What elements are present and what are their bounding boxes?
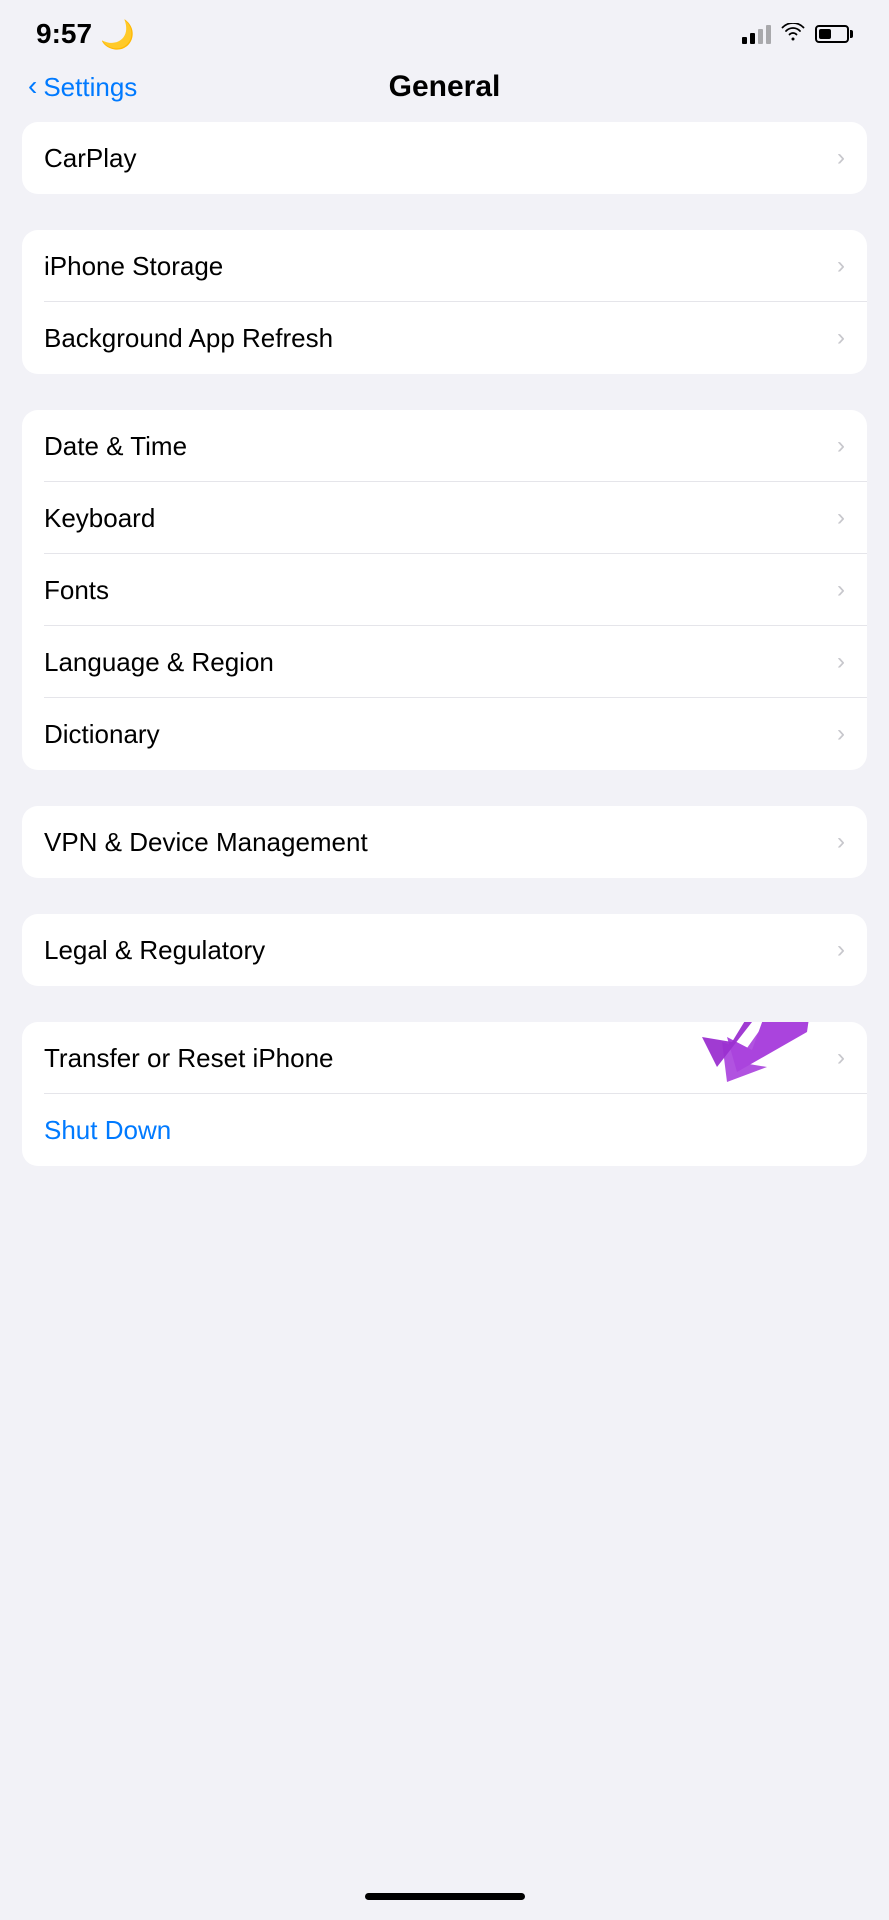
signal-bar-2: [750, 33, 755, 44]
language-region-label: Language & Region: [44, 647, 274, 678]
status-icons: [742, 23, 853, 46]
list-item[interactable]: VPN & Device Management ›: [22, 806, 867, 878]
battery-tip: [850, 30, 853, 38]
chevron-right-icon: ›: [837, 936, 845, 964]
chevron-right-icon: ›: [837, 324, 845, 352]
list-item[interactable]: Date & Time ›: [22, 410, 867, 482]
page-title: General: [389, 70, 501, 104]
vpn-section: VPN & Device Management ›: [22, 806, 867, 878]
moon-icon: 🌙: [100, 18, 135, 51]
date-time-label: Date & Time: [44, 431, 187, 462]
battery-body: [815, 25, 849, 43]
dictionary-label: Dictionary: [44, 719, 160, 750]
keyboard-label: Keyboard: [44, 503, 155, 534]
battery-icon: [815, 25, 853, 43]
wifi-icon: [781, 23, 805, 46]
locale-section: Date & Time › Keyboard › Fonts › Languag…: [22, 410, 867, 770]
chevron-right-icon: ›: [837, 252, 845, 280]
home-indicator: [365, 1893, 525, 1900]
status-bar: 9:57 🌙: [0, 0, 889, 60]
list-item[interactable]: Language & Region ›: [22, 626, 867, 698]
shutdown-item[interactable]: Shut Down: [22, 1094, 867, 1166]
vpn-label: VPN & Device Management: [44, 827, 368, 858]
battery-fill: [819, 29, 831, 39]
signal-bar-1: [742, 37, 747, 44]
legal-regulatory-label: Legal & Regulatory: [44, 935, 265, 966]
chevron-right-icon: ›: [837, 648, 845, 676]
back-button[interactable]: ‹ Settings: [28, 72, 137, 103]
back-chevron-icon: ‹: [28, 70, 37, 102]
list-item[interactable]: Fonts ›: [22, 554, 867, 626]
settings-content: CarPlay › iPhone Storage › Background Ap…: [0, 122, 889, 1166]
time-display: 9:57: [36, 18, 92, 50]
transfer-reset-label: Transfer or Reset iPhone: [44, 1043, 334, 1074]
signal-bar-3: [758, 29, 763, 44]
chevron-right-icon: ›: [837, 828, 845, 856]
list-item[interactable]: CarPlay ›: [22, 122, 867, 194]
list-item[interactable]: iPhone Storage ›: [22, 230, 867, 302]
storage-section: iPhone Storage › Background App Refresh …: [22, 230, 867, 374]
list-item[interactable]: Legal & Regulatory ›: [22, 914, 867, 986]
chevron-right-icon: ›: [837, 576, 845, 604]
legal-section: Legal & Regulatory ›: [22, 914, 867, 986]
chevron-right-icon: ›: [837, 720, 845, 748]
nav-header: ‹ Settings General: [0, 60, 889, 122]
back-label: Settings: [43, 72, 137, 103]
list-item[interactable]: Transfer or Reset iPhone ›: [22, 1022, 867, 1094]
list-item[interactable]: Keyboard ›: [22, 482, 867, 554]
list-item[interactable]: Dictionary ›: [22, 698, 867, 770]
reset-section: Transfer or Reset iPhone › Shut Down: [22, 1022, 867, 1166]
iphone-storage-label: iPhone Storage: [44, 251, 223, 282]
background-app-refresh-label: Background App Refresh: [44, 323, 333, 354]
carplay-section: CarPlay ›: [22, 122, 867, 194]
chevron-right-icon: ›: [837, 144, 845, 172]
carplay-label: CarPlay: [44, 143, 136, 174]
chevron-right-icon: ›: [837, 1044, 845, 1072]
chevron-right-icon: ›: [837, 432, 845, 460]
status-time: 9:57 🌙: [36, 18, 135, 51]
signal-bars-icon: [742, 24, 771, 44]
shutdown-label: Shut Down: [44, 1115, 171, 1146]
chevron-right-icon: ›: [837, 504, 845, 532]
list-item[interactable]: Background App Refresh ›: [22, 302, 867, 374]
fonts-label: Fonts: [44, 575, 109, 606]
signal-bar-4: [766, 25, 771, 44]
